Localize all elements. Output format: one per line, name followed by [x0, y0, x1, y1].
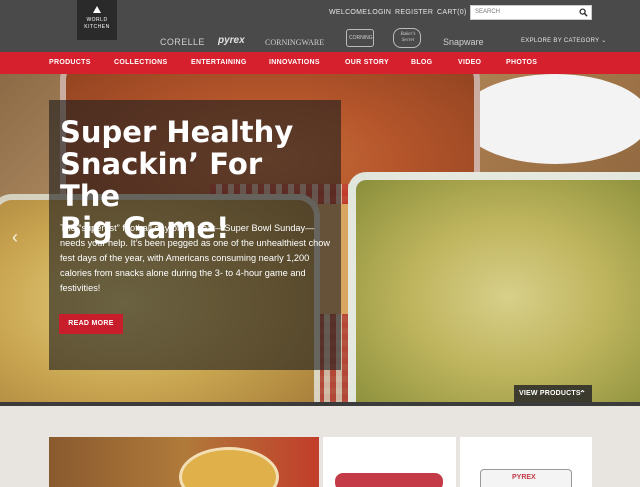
nav-innovations[interactable]: INNOVATIONS [269, 59, 320, 66]
view-products-label: VIEW PRODUCTS [519, 390, 581, 397]
featured-card-container[interactable] [323, 437, 456, 487]
pyrex-dish-label: PYREX [512, 474, 536, 481]
search-icon[interactable] [579, 8, 588, 17]
food-bowl-image [179, 447, 279, 487]
welcome-label: WELCOME: [329, 9, 370, 16]
explore-label: EXPLORE BY CATEGORY [521, 38, 600, 44]
logo-text-line1: WORLD [86, 17, 108, 23]
chevron-down-icon: ⌄ [601, 38, 607, 44]
brand-pyrex[interactable]: pyrex [218, 35, 245, 46]
hero-dish-dip-image [348, 172, 640, 402]
view-products-button[interactable]: VIEW PRODUCTS ⌃ [514, 385, 592, 402]
search-placeholder: SEARCH [475, 9, 501, 15]
login-link[interactable]: LOGIN [368, 9, 391, 16]
featured-card-food[interactable] [49, 437, 319, 487]
nav-products[interactable]: PRODUCTS [49, 59, 91, 66]
explore-by-category[interactable]: EXPLORE BY CATEGORY ⌄ [521, 37, 607, 44]
register-link[interactable]: REGISTER [395, 9, 433, 16]
brand-bakers-secret[interactable]: Baker's Secret [393, 28, 421, 48]
brand-bakers-secret-label: Baker's Secret [400, 32, 416, 43]
logo-text-line2: KITCHEN [84, 24, 110, 30]
nav-our-story[interactable]: OUR STORY [345, 59, 389, 66]
logo-mark-icon [93, 6, 101, 13]
nav-entertaining[interactable]: ENTERTAINING [191, 59, 247, 66]
hero-headline-line2: Snackin’ For The [60, 147, 263, 213]
hero-bottom-bar [0, 402, 640, 406]
hero-banner: Super Healthy Snackin’ For The Big Game!… [0, 74, 640, 402]
search-input[interactable]: SEARCH [470, 5, 592, 20]
brand-corning[interactable]: CORNING [346, 29, 374, 47]
container-lid-image [335, 473, 443, 487]
chevron-up-icon: ⌃ [579, 389, 586, 398]
main-nav: PRODUCTS COLLECTIONS ENTERTAINING INNOVA… [0, 52, 640, 74]
read-more-button[interactable]: READ MORE [59, 314, 123, 334]
nav-photos[interactable]: PHOTOS [506, 59, 537, 66]
nav-collections[interactable]: COLLECTIONS [114, 59, 167, 66]
brand-corningware[interactable]: CORNINGWARE [265, 38, 324, 47]
nav-video[interactable]: VIDEO [458, 59, 481, 66]
nav-blog[interactable]: BLOG [411, 59, 432, 66]
brand-corning-label: CORNING [349, 35, 373, 41]
world-kitchen-logo[interactable]: WORLD KITCHEN [77, 0, 117, 40]
hero-headline-line1: Super Healthy [60, 115, 294, 149]
hero-body-text: The “superest” football day of the year—… [60, 223, 331, 293]
brand-corelle[interactable]: CORELLE [160, 37, 205, 47]
cart-link[interactable]: CART(0) [437, 9, 467, 16]
site-header: WORLD KITCHEN WELCOME: LOGIN REGISTER CA… [0, 0, 640, 52]
featured-card-pyrex[interactable]: PYREX [460, 437, 592, 487]
carousel-prev-arrow-icon[interactable]: ‹ [12, 227, 18, 248]
brand-snapware[interactable]: Snapware [443, 37, 484, 47]
hero-plate-image [460, 74, 640, 164]
